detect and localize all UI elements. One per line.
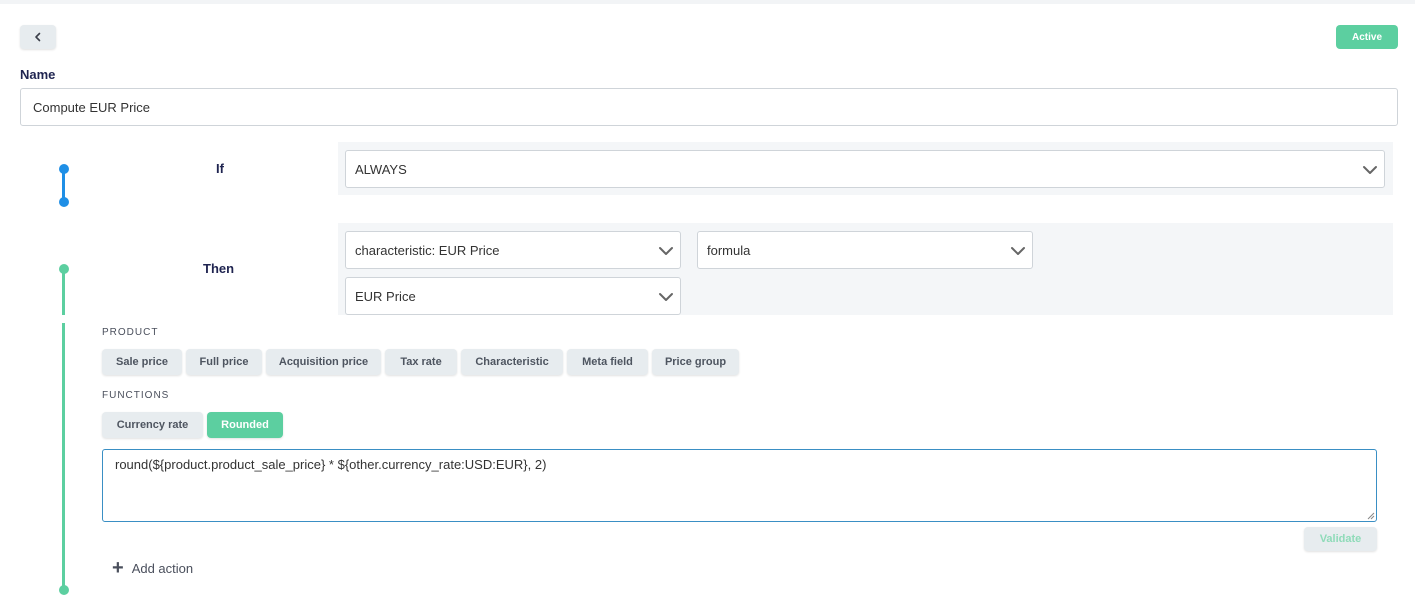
top-divider [0,0,1415,4]
timeline-end-dot [59,585,69,595]
mode-select[interactable]: formula [697,231,1033,269]
chip-currency-rate[interactable]: Currency rate [102,412,203,438]
chip-rounded[interactable]: Rounded [207,412,283,438]
chevron-down-icon [1363,166,1377,174]
plus-icon: + [112,557,124,579]
if-label: If [216,161,224,176]
resize-handle-icon[interactable] [1366,511,1375,520]
chevron-down-icon [659,247,673,255]
product-section-label: PRODUCT [102,327,159,338]
target-select-value: characteristic: EUR Price [355,242,500,258]
condition-select-value: ALWAYS [355,161,407,177]
chip-characteristic[interactable]: Characteristic [461,349,563,375]
condition-select[interactable]: ALWAYS [345,150,1385,188]
mode-select-value: formula [707,242,751,258]
chevron-down-icon [659,293,673,301]
functions-section-label: FUNCTIONS [102,390,170,401]
target-select[interactable]: characteristic: EUR Price [345,231,681,269]
chevron-down-icon [1011,247,1025,255]
then-label: Then [203,261,235,276]
timeline-actions-line [62,323,65,591]
timeline-then-dot [59,264,69,274]
chip-meta-field[interactable]: Meta field [567,349,648,375]
chevron-left-icon [35,32,41,42]
add-action-button[interactable]: + Add action [112,558,193,578]
chip-tax-rate[interactable]: Tax rate [385,349,457,375]
value-select-value: EUR Price [355,288,416,304]
timeline-if-end-dot [59,197,69,207]
status-badge[interactable]: Active [1336,25,1398,49]
value-select[interactable]: EUR Price [345,277,681,315]
name-label: Name [20,67,56,82]
chip-full-price[interactable]: Full price [186,349,262,375]
back-button[interactable] [20,25,56,49]
add-action-label: Add action [131,560,194,576]
timeline-then-line [62,269,65,315]
chip-sale-price[interactable]: Sale price [102,349,182,375]
chip-acquisition-price[interactable]: Acquisition price [266,349,381,375]
validate-button[interactable]: Validate [1304,527,1377,551]
timeline-if-start-dot [59,164,69,174]
chip-price-group[interactable]: Price group [652,349,739,375]
formula-textarea[interactable]: round(${product.product_sale_price} * ${… [102,449,1377,522]
name-input[interactable] [20,88,1398,126]
